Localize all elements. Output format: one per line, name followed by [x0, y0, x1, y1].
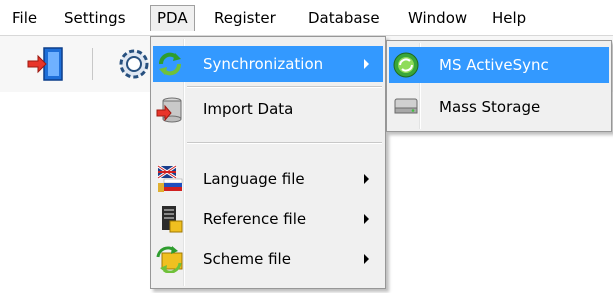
menu-item-label: Import Data [203, 100, 294, 118]
menu-item-label: Synchronization [203, 55, 324, 73]
menu-item-scheme-file[interactable]: Scheme file [153, 241, 383, 277]
activesync-icon [392, 51, 420, 79]
synchronization-submenu: MS ActiveSync Mass Storage [386, 40, 612, 132]
menu-window[interactable]: Window [402, 5, 473, 31]
menu-bar: File Settings PDA Register Database Wind… [0, 0, 613, 36]
submenu-arrow-icon [364, 254, 369, 264]
toolbar-separator [92, 48, 93, 80]
submenu-arrow-icon [364, 214, 369, 224]
menu-settings[interactable]: Settings [58, 5, 132, 31]
import-database-icon [156, 95, 184, 123]
language-flags-icon [156, 164, 184, 193]
pda-menu: Synchronization Import Data Language fil… [150, 36, 386, 289]
submenu-arrow-icon [364, 59, 369, 69]
menu-database[interactable]: Database [302, 5, 386, 31]
menu-item-reference-file[interactable]: Reference file [153, 201, 383, 237]
menu-item-label: Mass Storage [439, 98, 541, 116]
menu-item-mass-storage[interactable]: Mass Storage [389, 89, 609, 125]
scheme-file-icon [156, 245, 184, 274]
menu-item-label: Language file [203, 170, 305, 188]
menu-item-label: Scheme file [203, 250, 291, 268]
menu-item-label: Reference file [203, 210, 307, 228]
submenu-arrow-icon [364, 174, 369, 184]
menu-item-synchronization[interactable]: Synchronization [153, 46, 383, 82]
menu-file[interactable]: File [6, 5, 43, 31]
menu-help[interactable]: Help [486, 5, 532, 31]
menu-separator [187, 86, 382, 88]
reference-file-icon [156, 205, 184, 233]
sync-arrows-icon [156, 50, 184, 78]
mass-storage-icon [392, 93, 420, 121]
menu-item-label: MS ActiveSync [439, 56, 549, 74]
menu-item-language-file[interactable]: Language file [153, 161, 383, 197]
menu-pda[interactable]: PDA [150, 5, 195, 31]
menu-item-ms-activesync[interactable]: MS ActiveSync [389, 47, 609, 83]
menu-register[interactable]: Register [208, 5, 282, 31]
exit-door-icon[interactable] [24, 42, 68, 86]
menu-separator [187, 142, 382, 144]
menu-item-import-data[interactable]: Import Data [153, 91, 383, 127]
